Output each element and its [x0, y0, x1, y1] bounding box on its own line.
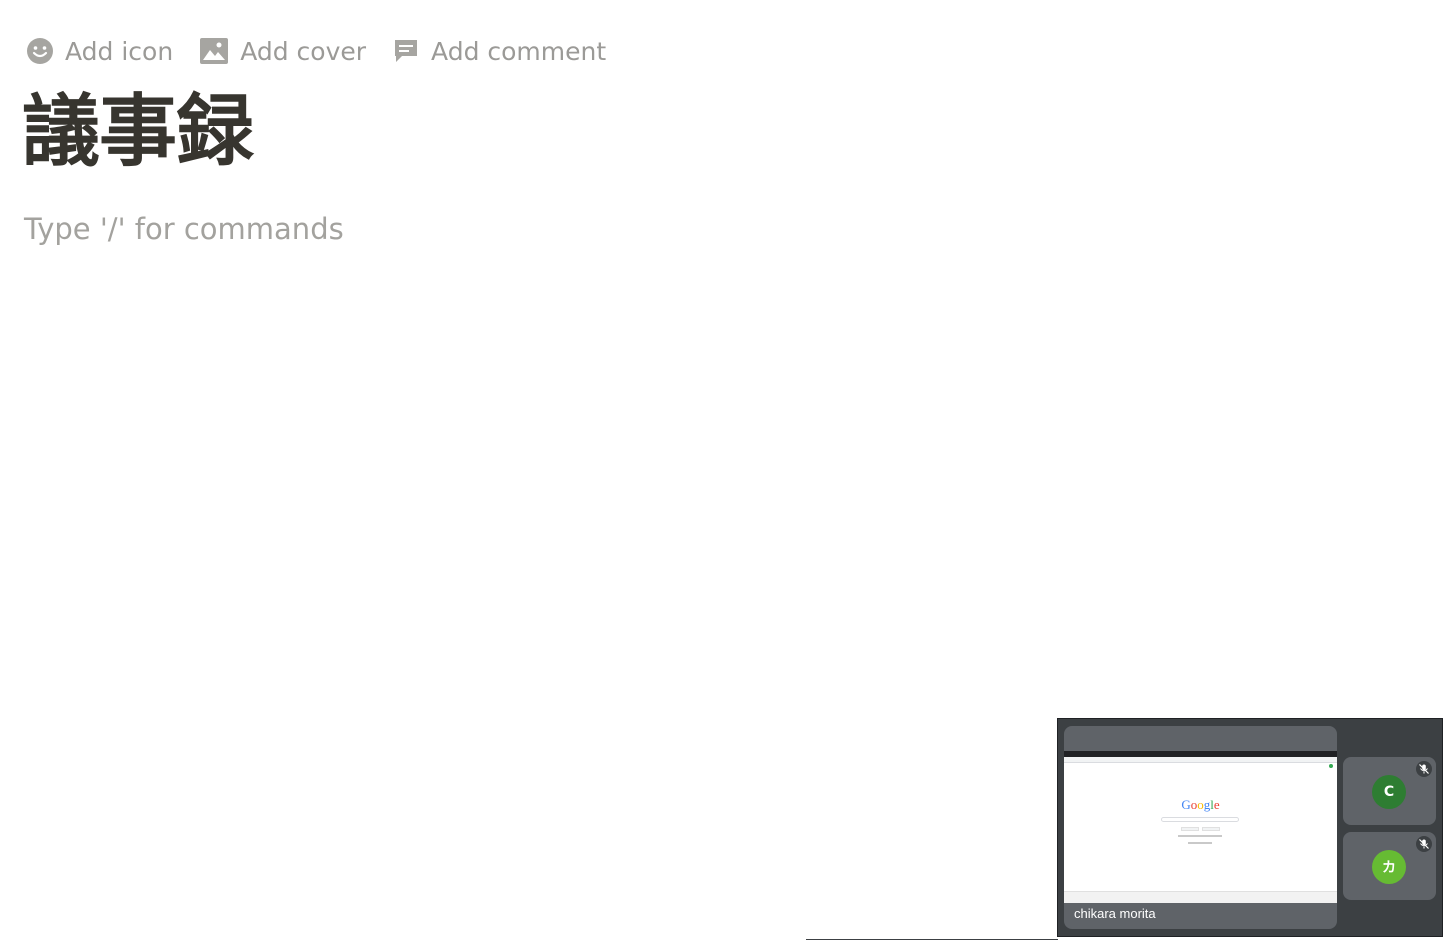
logo-letter: e: [1213, 797, 1220, 812]
add-cover-button[interactable]: Add cover: [199, 37, 366, 66]
add-icon-button[interactable]: Add icon: [26, 37, 173, 66]
add-comment-label: Add comment: [431, 36, 607, 66]
mini-footer: [1064, 891, 1337, 903]
avatar: C: [1372, 775, 1406, 809]
command-placeholder[interactable]: Type '/' for commands: [24, 208, 724, 250]
mini-lucky-button: [1202, 827, 1220, 831]
mini-address-bar: [1078, 764, 1258, 768]
presenter-name: chikara morita: [1074, 906, 1156, 921]
add-comment-button[interactable]: Add comment: [392, 37, 606, 66]
mini-text-line: [1178, 835, 1222, 837]
participant-tile[interactable]: カ: [1343, 832, 1436, 900]
page-title[interactable]: 議事録: [22, 86, 254, 178]
image-icon: [200, 38, 229, 64]
pip-divider: [806, 939, 1058, 940]
add-cover-label: Add cover: [240, 36, 367, 66]
mini-google-logo: Google: [1064, 797, 1337, 813]
mini-search-box: [1161, 817, 1239, 822]
participant-tile[interactable]: C: [1343, 757, 1436, 825]
mic-off-icon: [1416, 836, 1432, 852]
mini-toolbar: [1064, 757, 1337, 768]
notion-page: Add icon Add cover Add comment 議事録 Type …: [0, 0, 1444, 941]
meet-picture-in-picture[interactable]: Google chikara morita C カ: [1057, 718, 1443, 937]
screen-share-tile[interactable]: Google chikara morita: [1064, 726, 1337, 929]
logo-letter: G: [1181, 797, 1191, 812]
comment-icon: [395, 40, 418, 62]
smiley-icon: [27, 38, 53, 64]
mini-search-button: [1181, 827, 1199, 831]
add-icon-label: Add icon: [65, 36, 174, 66]
page-actions-bar: Add icon Add cover Add comment: [26, 32, 606, 70]
shared-screen-preview: Google: [1064, 751, 1337, 903]
mini-profile-dot: [1329, 764, 1333, 768]
mic-off-icon: [1416, 761, 1432, 777]
mini-text-line: [1188, 842, 1212, 844]
avatar: カ: [1372, 850, 1406, 884]
